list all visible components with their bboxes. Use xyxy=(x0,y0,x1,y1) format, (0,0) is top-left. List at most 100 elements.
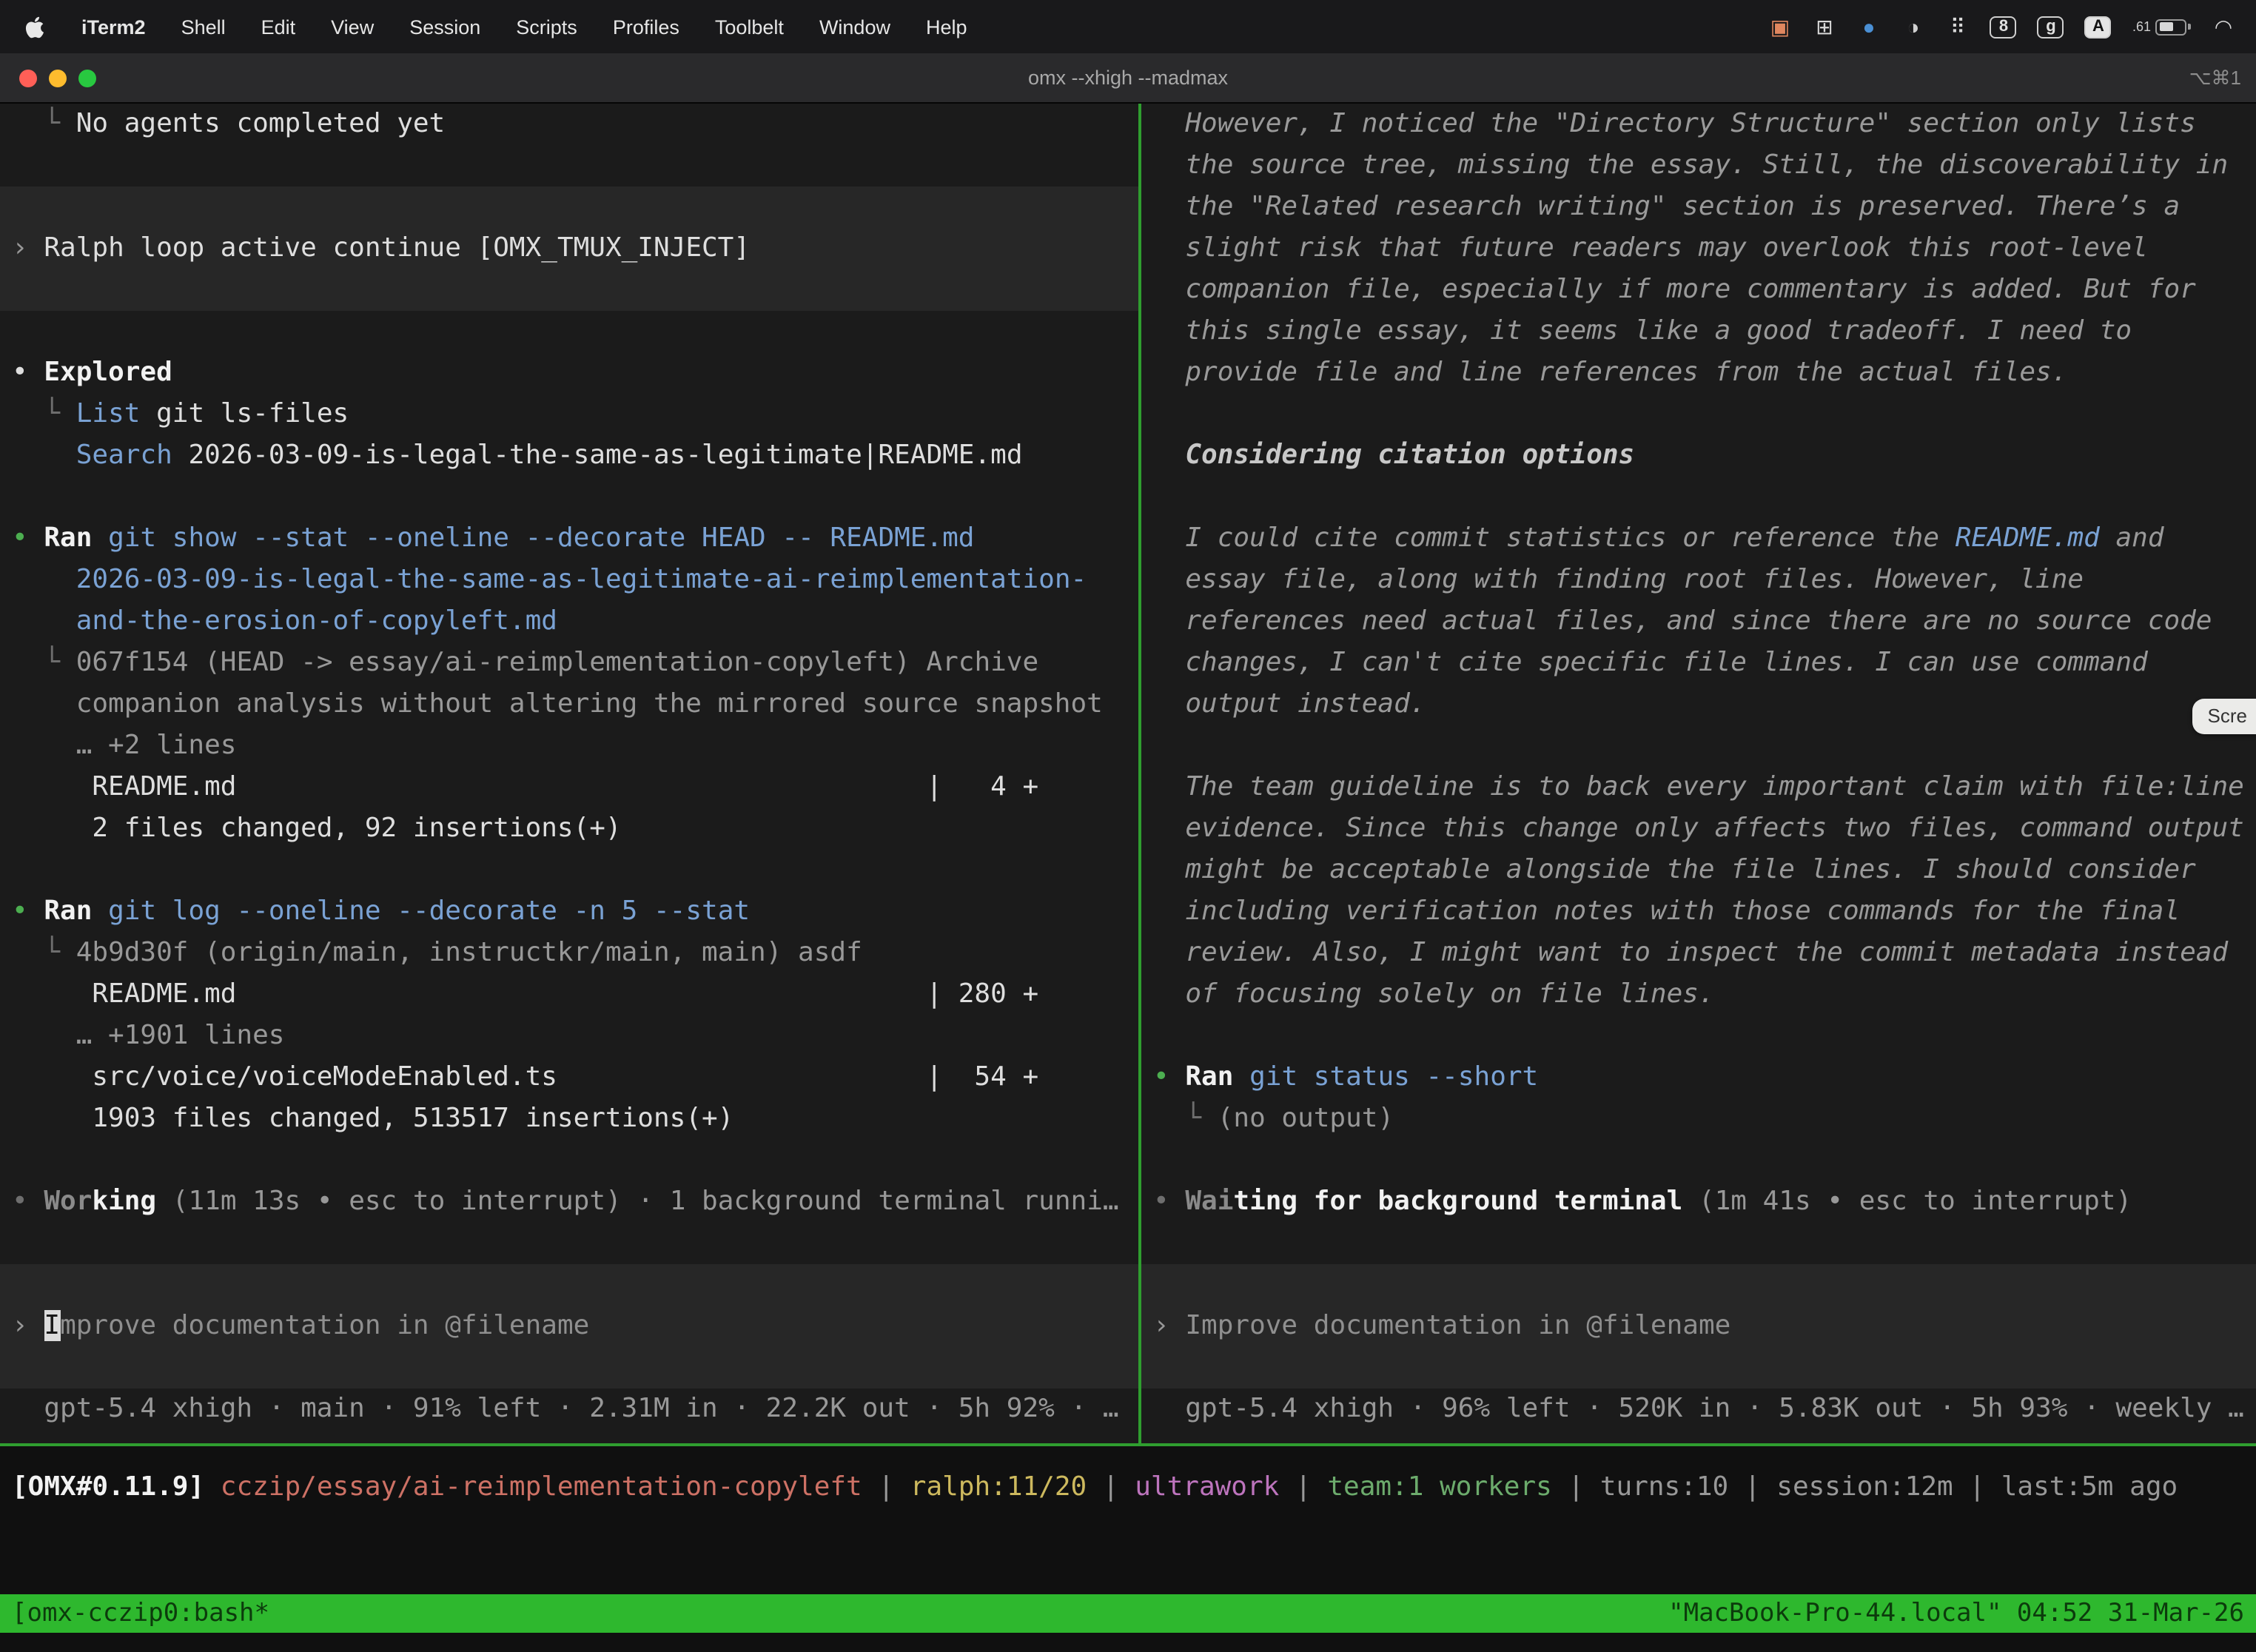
terminal-line: changes, I can't cite specific file line… xyxy=(1141,642,2256,684)
terminal-line xyxy=(1141,394,2256,435)
menu-status-icons: ▣ ⊞ ● ◑ ⠿ 8gA .61 ◠ xyxy=(1768,13,2256,40)
terminal-line: README.md | 280 + xyxy=(0,974,1138,1015)
terminal-line xyxy=(0,477,1138,518)
terminal-line: src/voice/voiceModeEnabled.ts | 54 + xyxy=(0,1057,1138,1098)
terminal-line: • Ran git status --short xyxy=(1141,1057,2256,1098)
wifi-icon[interactable]: ◠ xyxy=(2212,13,2235,40)
menu-toolbelt[interactable]: Toolbelt xyxy=(715,16,784,38)
menu-shell[interactable]: Shell xyxy=(181,16,226,38)
menu-items: iTerm2 Shell Edit View Session Scripts Profile… xyxy=(81,16,967,38)
terminal-line xyxy=(1141,1347,2256,1389)
terminal-line: [OMX#0.11.9] cczip/essay/ai-reimplementa… xyxy=(0,1467,2256,1508)
terminal-line: references need actual files, and since … xyxy=(1141,601,2256,642)
macos-menu-bar: iTerm2 Shell Edit View Session Scripts Profile… xyxy=(0,0,2256,53)
terminal-line: … +1901 lines xyxy=(0,1015,1138,1057)
translate-icon[interactable]: g xyxy=(2038,16,2064,38)
terminal-line: └ List git ls-files xyxy=(0,394,1138,435)
menu-session[interactable]: Session xyxy=(409,16,480,38)
menu-iterm2[interactable]: iTerm2 xyxy=(81,16,146,38)
keycap-8-icon[interactable]: 8 xyxy=(1990,16,2017,38)
blue-circle-app-icon[interactable]: ● xyxy=(1857,13,1881,40)
terminal-line: provide file and line references from th… xyxy=(1141,352,2256,394)
app-grid-icon[interactable]: ⠿ xyxy=(1946,13,1970,40)
menu-window[interactable]: Window xyxy=(819,16,890,38)
window-title-bar[interactable]: omx --xhigh --madmax ⌥⌘1 xyxy=(0,53,2256,104)
apple-menu-icon[interactable] xyxy=(24,16,46,38)
left-pane-lines: └ No agents completed yet › Ralph loop ac… xyxy=(0,104,1138,1430)
battery-icon[interactable]: .61 xyxy=(2132,13,2191,40)
terminal-line xyxy=(1141,477,2256,518)
terminal-line: › Ralph loop active continue [OMX_TMUX_I… xyxy=(0,228,1138,269)
terminal-line: • Explored xyxy=(0,352,1138,394)
minimize-button[interactable] xyxy=(49,70,67,87)
terminal-line: companion file, especially if more comme… xyxy=(1141,269,2256,311)
screen-recording-stop-icon[interactable]: ▣ xyxy=(1768,13,1792,40)
terminal-line: … +2 lines xyxy=(0,725,1138,767)
close-button[interactable] xyxy=(19,70,37,87)
dark-app-icon[interactable]: ◑ xyxy=(1901,13,1925,40)
tmux-session-label: [omx-cczip0:bash* xyxy=(12,1594,269,1633)
menu-profiles[interactable]: Profiles xyxy=(613,16,679,38)
terminal-line: However, I noticed the "Directory Struct… xyxy=(1141,104,2256,145)
terminal-line xyxy=(1141,1264,2256,1306)
tmux-panes: └ No agents completed yet › Ralph loop ac… xyxy=(0,104,2256,1443)
terminal-line xyxy=(1141,1015,2256,1057)
right-pane[interactable]: However, I noticed the "Directory Struct… xyxy=(1141,104,2256,1443)
pane-bottom-border xyxy=(0,1443,2256,1446)
terminal-line: Search 2026-03-09-is-legal-the-same-as-l… xyxy=(0,435,1138,477)
terminal-line xyxy=(0,187,1138,228)
terminal-line: including verification notes with those … xyxy=(1141,891,2256,933)
terminal-line xyxy=(1141,725,2256,767)
terminal-line: 1903 files changed, 513517 insertions(+) xyxy=(0,1098,1138,1140)
right-pane-lines: However, I noticed the "Directory Struct… xyxy=(1141,104,2256,1430)
terminal-line xyxy=(0,1264,1138,1306)
terminal-line: └ 067f154 (HEAD -> essay/ai-reimplementa… xyxy=(0,642,1138,684)
terminal-line: slight risk that future readers may over… xyxy=(1141,228,2256,269)
terminal-line: might be acceptable alongside the file l… xyxy=(1141,850,2256,891)
terminal-line: and-the-erosion-of-copyleft.md xyxy=(0,601,1138,642)
terminal-line: The team guideline is to back every impo… xyxy=(1141,767,2256,808)
terminal-line: output instead. xyxy=(1141,684,2256,725)
window-title: omx --xhigh --madmax xyxy=(1028,67,1228,89)
terminal-line xyxy=(1141,1140,2256,1181)
menu-view[interactable]: View xyxy=(331,16,374,38)
terminal-line: • Ran git log --oneline --decorate -n 5 … xyxy=(0,891,1138,933)
tmux-host-clock-label: "MacBook-Pro-44.local" 04:52 31-Mar-26 xyxy=(1668,1594,2244,1633)
terminal-line: review. Also, I might want to inspect th… xyxy=(1141,933,2256,974)
desktop: iTerm2 Shell Edit View Session Scripts Profile… xyxy=(0,0,2256,1652)
terminal-line: • Ran git show --stat --oneline --decora… xyxy=(0,518,1138,560)
terminal-line: of focusing solely on file lines. xyxy=(1141,974,2256,1015)
terminal-line: README.md | 4 + xyxy=(0,767,1138,808)
terminal-window: └ No agents completed yet › Ralph loop ac… xyxy=(0,104,2256,1652)
terminal-line xyxy=(0,311,1138,352)
terminal-line: Considering citation options xyxy=(1141,435,2256,477)
terminal-line xyxy=(0,1223,1138,1264)
menu-scripts[interactable]: Scripts xyxy=(516,16,577,38)
traffic-lights xyxy=(19,70,96,87)
omx-status-line: [OMX#0.11.9] cczip/essay/ai-reimplementa… xyxy=(0,1467,2256,1508)
terminal-line: gpt-5.4 xhigh · main · 91% left · 2.31M … xyxy=(0,1389,1138,1430)
window-manager-icon[interactable]: ⊞ xyxy=(1813,13,1836,40)
terminal-line xyxy=(0,850,1138,891)
terminal-line: 2026-03-09-is-legal-the-same-as-legitima… xyxy=(0,560,1138,601)
terminal-line: essay file, along with finding root file… xyxy=(1141,560,2256,601)
terminal-line: I could cite commit statistics or refere… xyxy=(1141,518,2256,560)
left-pane[interactable]: └ No agents completed yet › Ralph loop ac… xyxy=(0,104,1138,1443)
menu-help[interactable]: Help xyxy=(926,16,967,38)
zoom-button[interactable] xyxy=(78,70,96,87)
terminal-line: • Working (11m 13s • esc to interrupt) ·… xyxy=(0,1181,1138,1223)
terminal-line: › Improve documentation in @filename xyxy=(0,1306,1138,1347)
terminal-line xyxy=(1141,1223,2256,1264)
terminal-line: the source tree, missing the essay. Stil… xyxy=(1141,145,2256,187)
terminal-line: └ (no output) xyxy=(1141,1098,2256,1140)
terminal-line: companion analysis without altering the … xyxy=(0,684,1138,725)
terminal-line xyxy=(0,1140,1138,1181)
terminal-line: gpt-5.4 xhigh · 96% left · 520K in · 5.8… xyxy=(1141,1389,2256,1430)
terminal-line: └ No agents completed yet xyxy=(0,104,1138,145)
screen-share-overlay-tab[interactable]: Scre xyxy=(2193,699,2256,734)
menu-edit[interactable]: Edit xyxy=(261,16,296,38)
terminal-line: • Waiting for background terminal (1m 41… xyxy=(1141,1181,2256,1223)
terminal-line xyxy=(0,269,1138,311)
terminal-line: › Improve documentation in @filename xyxy=(1141,1306,2256,1347)
input-source-icon[interactable]: A xyxy=(2085,16,2112,38)
